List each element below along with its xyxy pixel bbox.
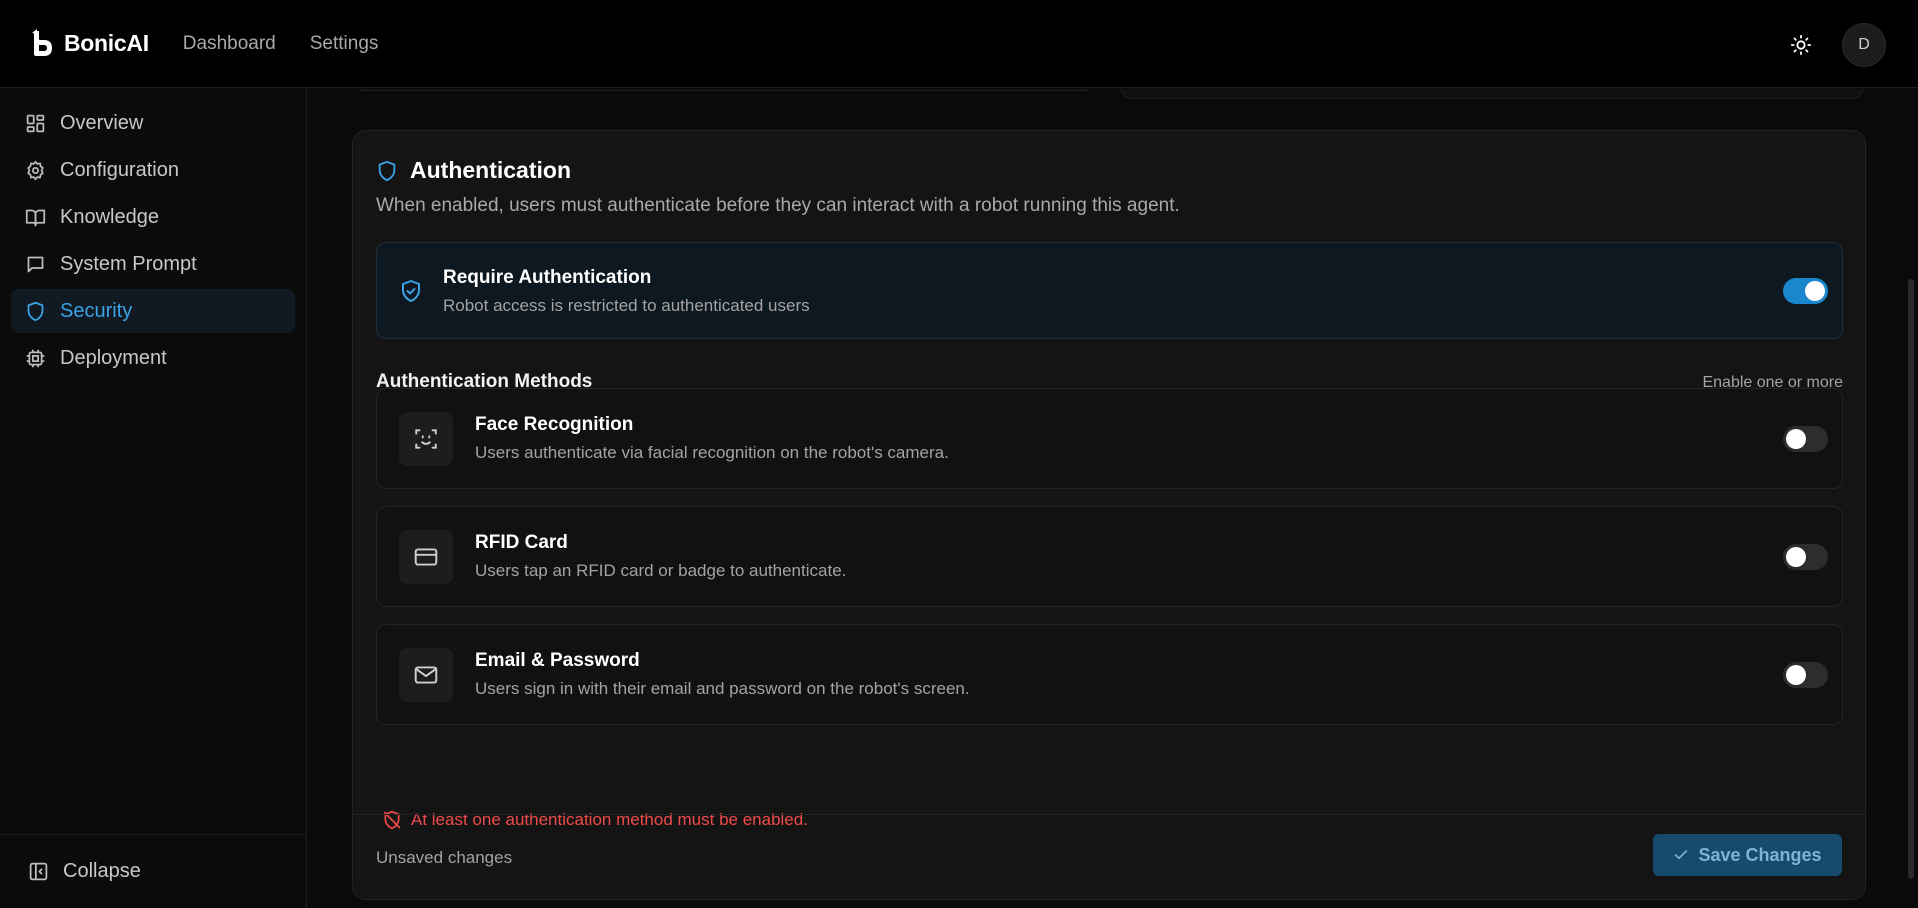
toggle-knob — [1786, 429, 1806, 449]
card-footer: Unsaved changes Save Changes — [353, 814, 1865, 899]
shield-icon — [27, 301, 44, 321]
method-rfid-card: RFID Card Users tap an RFID card or badg… — [376, 506, 1843, 607]
card-description: When enabled, users must authenticate be… — [376, 195, 1180, 216]
logo[interactable]: BonicAI — [30, 28, 149, 60]
method-subtitle: Users sign in with their email and passw… — [475, 679, 970, 698]
method-title: RFID Card — [475, 532, 568, 553]
sidebar-list: Overview Configuration Knowledge System … — [0, 89, 306, 380]
method-subtitle: Users authenticate via facial recognitio… — [475, 443, 949, 462]
theme-toggle-button[interactable] — [1780, 24, 1822, 66]
email-password-toggle[interactable] — [1783, 662, 1828, 688]
gear-icon — [27, 160, 44, 180]
nav-settings[interactable]: Settings — [310, 33, 379, 55]
top-right-controls: D — [1780, 23, 1886, 67]
shield-check-icon — [402, 280, 420, 302]
avatar[interactable]: D — [1842, 23, 1886, 67]
collapse-button[interactable]: Collapse — [0, 834, 306, 908]
unsaved-changes-label: Unsaved changes — [376, 848, 513, 867]
top-nav: Dashboard Settings — [183, 33, 379, 55]
book-icon — [25, 209, 46, 226]
sidebar-item-system-prompt[interactable]: System Prompt — [11, 242, 295, 286]
require-auth-subtitle: Robot access is restricted to authentica… — [443, 296, 810, 315]
previous-card-edge — [352, 89, 1096, 91]
collapse-icon — [29, 862, 48, 881]
require-auth-toggle[interactable] — [1783, 278, 1828, 304]
shield-icon — [378, 160, 396, 181]
main-content: Authentication When enabled, users must … — [308, 89, 1918, 908]
collapse-label: Collapse — [63, 860, 141, 882]
sidebar-item-label: Knowledge — [60, 205, 159, 228]
chip-icon — [26, 349, 45, 367]
card-header: Authentication — [376, 157, 571, 184]
method-icon-box — [399, 530, 453, 584]
avatar-initial: D — [1858, 36, 1870, 53]
message-icon — [27, 256, 44, 272]
card-title: Authentication — [410, 157, 571, 183]
sidebar-item-label: Security — [60, 299, 133, 322]
mail-icon — [414, 666, 438, 684]
app-name: BonicAI — [64, 30, 149, 56]
sidebar-item-label: Overview — [60, 111, 144, 134]
save-changes-label: Save Changes — [1698, 844, 1822, 865]
sidebar-item-security[interactable]: Security — [11, 289, 295, 333]
toggle-knob — [1786, 547, 1806, 567]
sun-icon — [1790, 34, 1812, 56]
sidebar-item-deployment[interactable]: Deployment — [11, 336, 295, 380]
grid-icon — [26, 114, 45, 132]
toggle-knob — [1805, 281, 1825, 301]
previous-card-edge — [1120, 89, 1864, 99]
face-scan-icon — [415, 429, 437, 449]
sidebar: Overview Configuration Knowledge System … — [0, 89, 307, 908]
rfid-card-toggle[interactable] — [1783, 544, 1828, 570]
bonicai-logo-icon — [32, 28, 52, 56]
sidebar-item-label: System Prompt — [60, 252, 197, 275]
toggle-knob — [1786, 665, 1806, 685]
authentication-card: Authentication When enabled, users must … — [352, 130, 1866, 900]
method-face-recognition: Face Recognition Users authenticate via … — [376, 388, 1843, 489]
sidebar-item-configuration[interactable]: Configuration — [11, 148, 295, 192]
sidebar-item-knowledge[interactable]: Knowledge — [11, 195, 295, 239]
method-icon-box — [399, 412, 453, 466]
sidebar-item-label: Deployment — [60, 346, 167, 369]
face-recognition-toggle[interactable] — [1783, 426, 1828, 452]
require-auth-title: Require Authentication — [443, 267, 652, 288]
sidebar-item-overview[interactable]: Overview — [11, 101, 295, 145]
card-icon — [414, 548, 438, 566]
method-icon-box — [399, 648, 453, 702]
save-changes-button[interactable]: Save Changes — [1653, 834, 1842, 876]
nav-dashboard[interactable]: Dashboard — [183, 33, 276, 55]
method-subtitle: Users tap an RFID card or badge to authe… — [475, 561, 847, 580]
method-title: Face Recognition — [475, 414, 634, 435]
method-title: Email & Password — [475, 650, 640, 671]
check-icon — [1675, 850, 1688, 860]
sidebar-item-label: Configuration — [60, 158, 179, 181]
scrollbar[interactable] — [1908, 279, 1914, 879]
method-email-password: Email & Password Users sign in with thei… — [376, 624, 1843, 725]
require-authentication-row: Require Authentication Robot access is r… — [376, 242, 1843, 339]
top-bar: BonicAI Dashboard Settings D — [0, 0, 1918, 88]
